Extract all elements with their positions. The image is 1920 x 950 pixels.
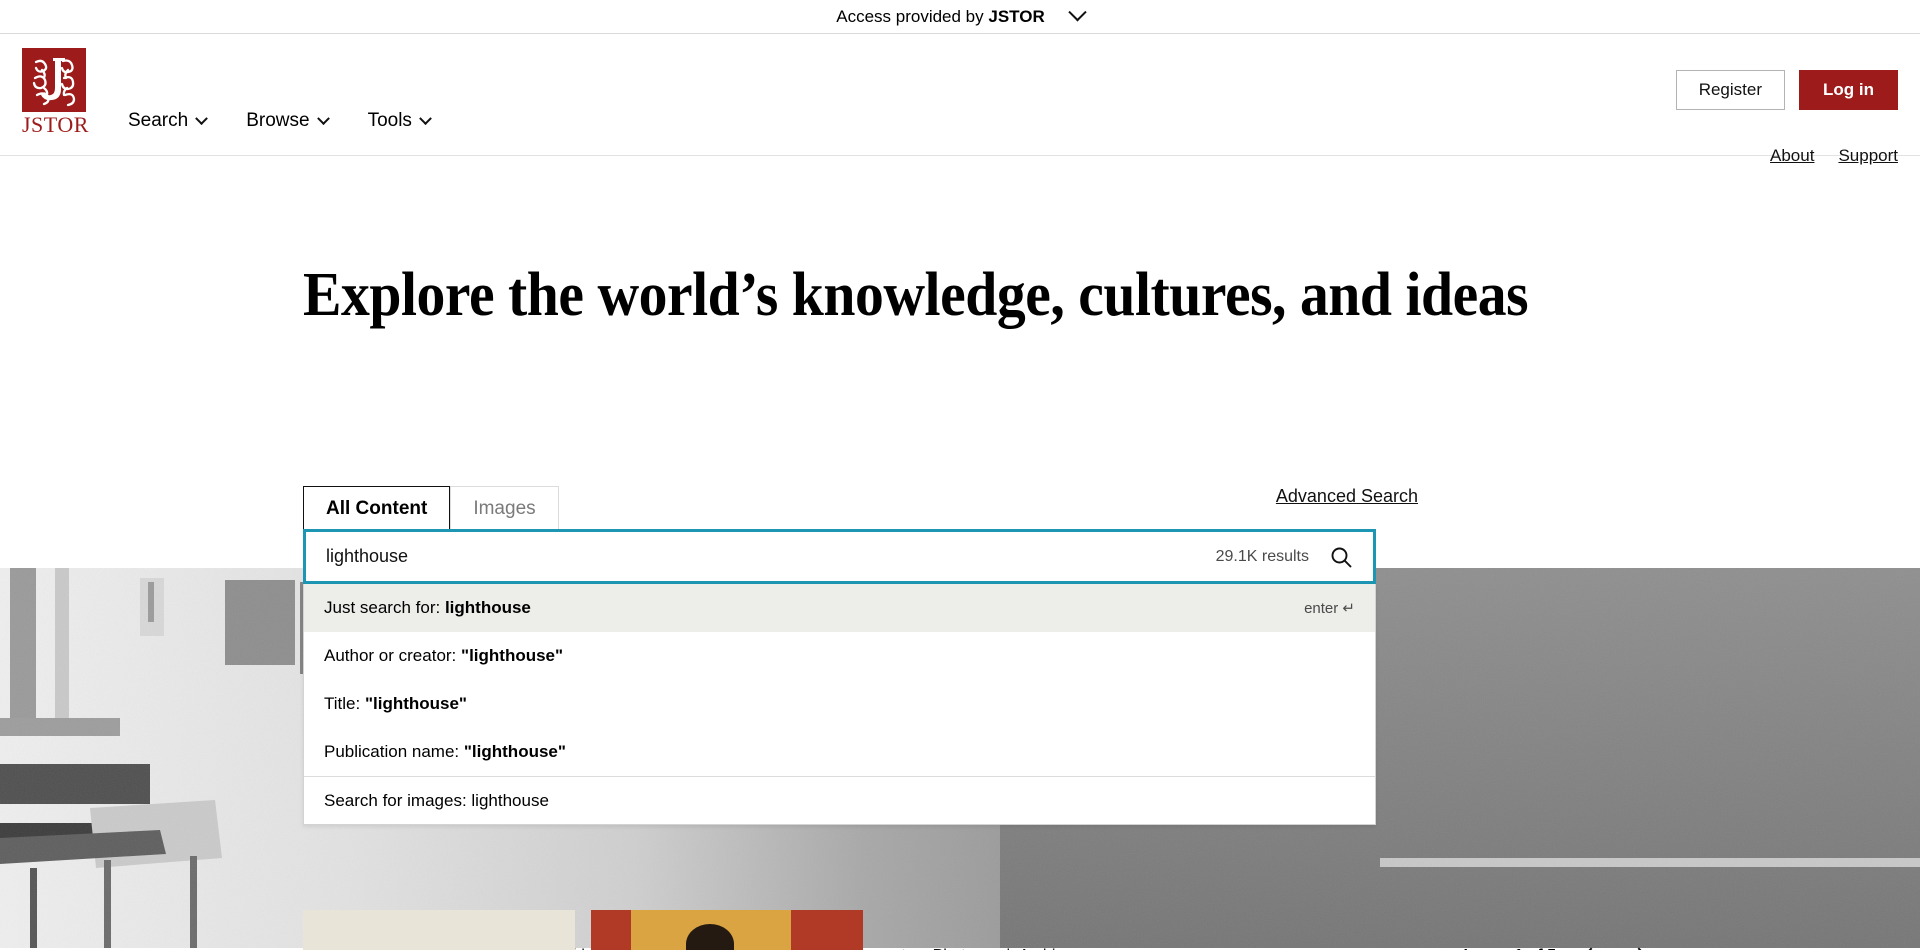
jstor-logo[interactable]: JSTOR (22, 48, 89, 138)
suggestion-images-label: Search for images: lighthouse (324, 790, 549, 810)
access-provider-text: Access provided by JSTOR (836, 7, 1045, 27)
nav-item-browse-label: Browse (246, 110, 310, 131)
suggestion-author-label: Author or creator: "lighthouse" (324, 646, 564, 665)
jstor-logo-mark (22, 48, 86, 112)
hero-section: Explore the world’s knowledge, cultures,… (0, 156, 1920, 950)
register-button[interactable]: Register (1675, 70, 1786, 110)
nav-item-search[interactable]: Search (128, 110, 209, 132)
search-tabs: All Content Images (303, 486, 559, 531)
search-input[interactable] (306, 532, 1216, 581)
tab-all-content[interactable]: All Content (303, 486, 451, 531)
suggestion-just-search[interactable]: Just search for: lighthouse enter ↵ (304, 584, 1375, 632)
suggestion-author-or-creator[interactable]: Author or creator: "lighthouse" (304, 632, 1375, 680)
collection-card[interactable] (591, 910, 863, 950)
advanced-search-link[interactable]: Advanced Search (1276, 486, 1418, 507)
suggestion-search-for-images[interactable]: Search for images: lighthouse (304, 776, 1375, 824)
main-navigation: Search Browse Tools (128, 110, 432, 132)
account-actions: Register Log in (1675, 70, 1898, 110)
nav-item-tools[interactable]: Tools (367, 110, 432, 132)
nav-item-search-label: Search (128, 110, 189, 131)
suggestion-publication-name[interactable]: Publication name: "lighthouse" (304, 728, 1375, 776)
access-prefix: Access provided by (836, 6, 989, 26)
login-button[interactable]: Log in (1799, 70, 1898, 110)
enter-hint: enter ↵ (1304, 600, 1355, 617)
search-submit-button[interactable] (1325, 545, 1373, 569)
search-icon (1331, 547, 1352, 567)
collection-cards (0, 910, 1920, 950)
site-header: JSTOR Search Browse Tools Register Log i… (0, 34, 1920, 165)
access-bar: Access provided by JSTOR (0, 0, 1920, 34)
nav-item-browse[interactable]: Browse (246, 110, 330, 132)
access-provider-name: JSTOR (988, 6, 1045, 26)
suggestion-title-label: Title: "lighthouse" (324, 694, 467, 713)
suggestion-title[interactable]: Title: "lighthouse" (304, 680, 1375, 728)
suggestion-just-search-label: Just search for: lighthouse (324, 598, 531, 617)
suggestion-publication-label: Publication name: "lighthouse" (324, 742, 566, 761)
page-title: Explore the world’s knowledge, cultures,… (303, 261, 1529, 329)
collection-card[interactable] (303, 910, 575, 950)
tab-images[interactable]: Images (450, 486, 559, 531)
jstor-wordmark: JSTOR (22, 112, 89, 137)
chevron-down-icon (316, 111, 330, 125)
search-suggestions-dropdown: Just search for: lighthouse enter ↵ Auth… (303, 584, 1376, 825)
search-box: 29.1K results (303, 529, 1376, 584)
chevron-down-icon (195, 111, 209, 125)
chevron-down-icon (419, 111, 432, 125)
nav-item-tools-label: Tools (367, 110, 412, 131)
results-count: 29.1K results (1215, 547, 1309, 565)
chevron-down-icon[interactable] (1068, 3, 1087, 22)
